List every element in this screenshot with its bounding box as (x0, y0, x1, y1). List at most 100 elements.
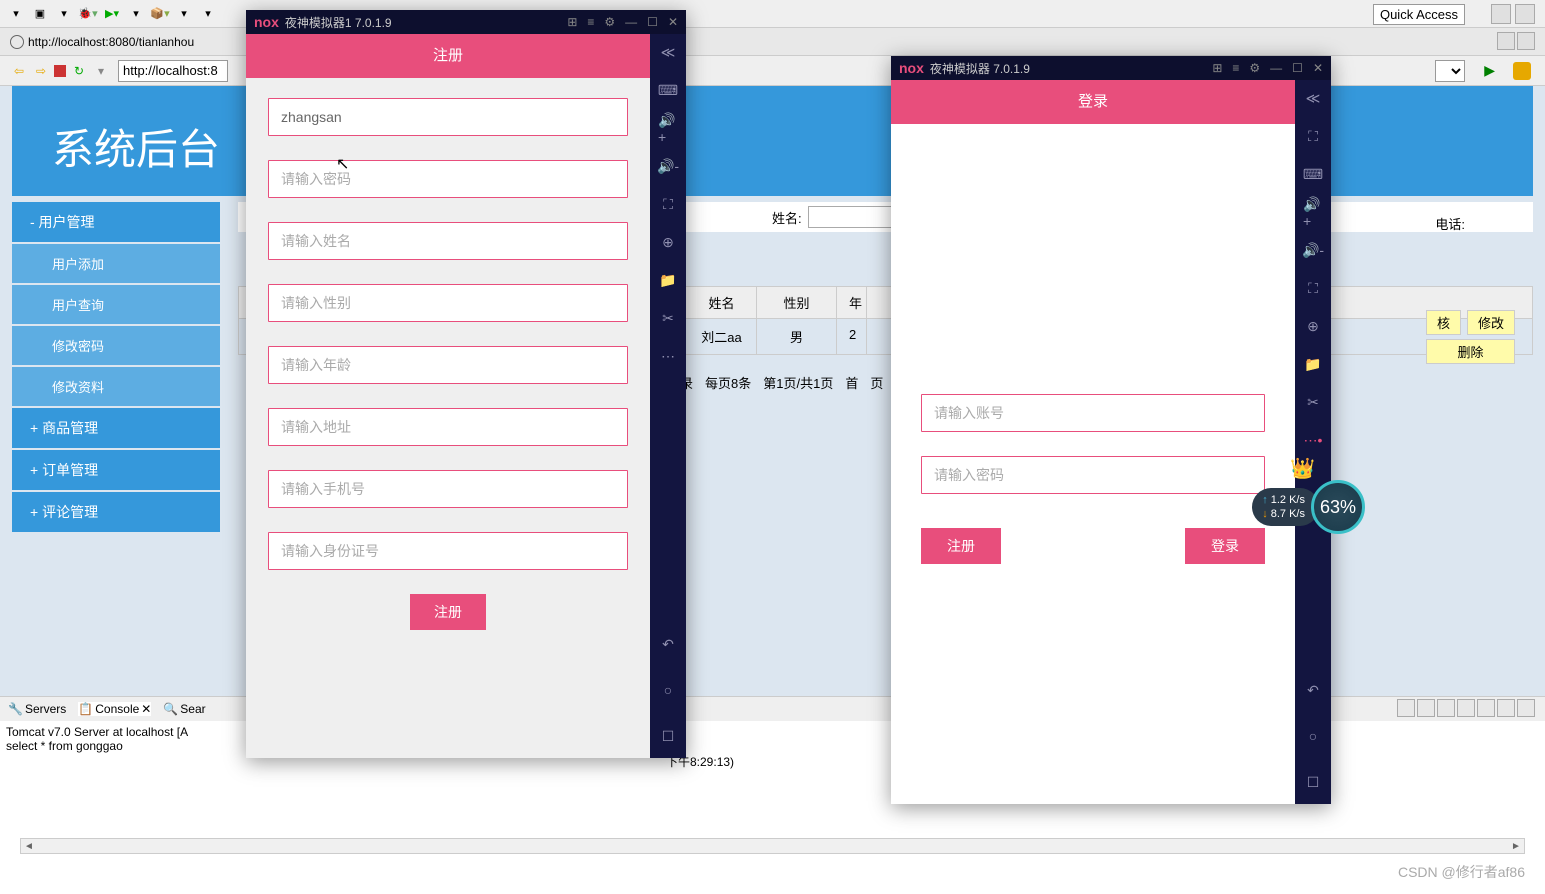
account-input[interactable] (921, 394, 1265, 432)
go-button[interactable]: ▶ (1484, 62, 1495, 79)
console-tab[interactable]: 📋Console ✕ (78, 702, 151, 716)
password-input[interactable] (268, 160, 628, 198)
tb-icon[interactable]: 📦▾ (150, 4, 170, 24)
edit-button[interactable]: 修改 (1467, 310, 1515, 335)
tb-debug-icon[interactable]: 🐞▾ (78, 4, 98, 24)
address-dropdown[interactable] (1435, 60, 1465, 82)
multi-icon[interactable]: ⊞ (1212, 61, 1222, 75)
console-btn[interactable] (1517, 699, 1535, 717)
maximize-icon[interactable] (1517, 32, 1535, 50)
home-button[interactable]: ▾ (92, 62, 110, 80)
search-tab[interactable]: 🔍Sear (163, 702, 205, 716)
recent-nav-icon[interactable]: ☐ (658, 726, 678, 746)
idcard-input[interactable] (268, 532, 628, 570)
minimize-icon[interactable]: — (1270, 61, 1282, 75)
back-nav-icon[interactable]: ↶ (1303, 680, 1323, 700)
network-speed-widget[interactable]: 👑 1.2 K/s 8.7 K/s 63% (1252, 480, 1365, 534)
console-btn[interactable] (1397, 699, 1415, 717)
add-icon[interactable]: ⊕ (658, 232, 678, 252)
close-icon[interactable]: ✕ (1313, 61, 1323, 75)
quick-access-input[interactable]: Quick Access (1373, 4, 1465, 25)
home-nav-icon[interactable]: ○ (1303, 726, 1323, 746)
collapse-icon[interactable]: ≪ (1303, 88, 1323, 108)
browser-icon[interactable] (1513, 62, 1531, 80)
tb-run-icon[interactable]: ▶▾ (102, 4, 122, 24)
scissors-icon[interactable]: ✂ (658, 308, 678, 328)
keyboard-icon[interactable]: ⌨ (1303, 164, 1323, 184)
delete-button[interactable]: 删除 (1426, 339, 1515, 364)
add-icon[interactable]: ⊕ (1303, 316, 1323, 336)
tb-icon[interactable]: ▾ (6, 4, 26, 24)
settings-icon[interactable]: ⚙ (1249, 61, 1260, 75)
multi-icon[interactable]: ⊞ (567, 15, 577, 29)
volume-up-icon[interactable]: 🔊+ (1303, 202, 1323, 222)
back-nav-icon[interactable]: ↶ (658, 634, 678, 654)
back-button[interactable]: ⇦ (10, 62, 28, 80)
console-btn[interactable] (1417, 699, 1435, 717)
realname-input[interactable] (268, 222, 628, 260)
emulator-titlebar[interactable]: nox 夜神模拟器 7.0.1.9 ⊞ ≡ ⚙ — ☐ ✕ (891, 56, 1331, 80)
address-input[interactable] (118, 60, 228, 82)
close-icon[interactable]: ✕ (668, 15, 678, 29)
page-last[interactable]: 页 (870, 373, 883, 392)
maximize-icon[interactable]: ☐ (1292, 61, 1303, 75)
menu-icon[interactable]: ≡ (587, 15, 594, 29)
sidebar-item-review-mgmt[interactable]: + 评论管理 (12, 492, 220, 534)
collapse-icon[interactable]: ≪ (658, 42, 678, 62)
apk-icon[interactable]: 📁 (658, 270, 678, 290)
home-nav-icon[interactable]: ○ (658, 680, 678, 700)
volume-up-icon[interactable]: 🔊+ (658, 118, 678, 138)
sidebar-item-user-mgmt[interactable]: - 用户管理 (12, 202, 220, 244)
username-input[interactable] (268, 98, 628, 136)
tb-icon[interactable]: ▾ (174, 4, 194, 24)
servers-tab[interactable]: 🔧Servers (8, 702, 66, 716)
sidebar-item-user-add[interactable]: 用户添加 (12, 244, 220, 285)
horizontal-scrollbar[interactable]: ◄ ► (20, 838, 1525, 854)
sex-input[interactable] (268, 284, 628, 322)
apk-icon[interactable]: 📁 (1303, 354, 1323, 374)
register-button[interactable]: 注册 (410, 594, 486, 630)
tb-icon[interactable]: ▾ (198, 4, 218, 24)
stop-button[interactable] (54, 65, 66, 77)
forward-button[interactable]: ⇨ (32, 62, 50, 80)
volume-down-icon[interactable]: 🔊- (658, 156, 678, 176)
login-register-button[interactable]: 注册 (921, 528, 1001, 564)
tb-icon[interactable]: ▾ (126, 4, 146, 24)
keyboard-icon[interactable]: ⌨ (658, 80, 678, 100)
minimize-icon[interactable]: — (625, 15, 637, 29)
sidebar-item-order-mgmt[interactable]: + 订单管理 (12, 450, 220, 492)
more-icon[interactable]: ⋯• (1303, 430, 1323, 450)
volume-down-icon[interactable]: 🔊- (1303, 240, 1323, 260)
console-btn[interactable] (1477, 699, 1495, 717)
maximize-icon[interactable]: ☐ (647, 15, 658, 29)
sidebar-item-change-pwd[interactable]: 修改密码 (12, 326, 220, 367)
emulator-titlebar[interactable]: nox 夜神模拟器1 7.0.1.9 ⊞ ≡ ⚙ — ☐ ✕ (246, 10, 686, 34)
tb-icon[interactable]: ▾ (54, 4, 74, 24)
settings-icon[interactable]: ⚙ (604, 15, 615, 29)
console-btn[interactable] (1437, 699, 1455, 717)
expand-icon[interactable]: ⛶ (1303, 126, 1323, 146)
scroll-left-icon[interactable]: ◄ (21, 841, 37, 852)
page-first[interactable]: 首 (845, 373, 858, 392)
sidebar-item-product-mgmt[interactable]: + 商品管理 (12, 408, 220, 450)
age-input[interactable] (268, 346, 628, 384)
fullscreen-icon[interactable]: ⛶ (658, 194, 678, 214)
address-input[interactable] (268, 408, 628, 446)
perspective-icon[interactable] (1515, 4, 1535, 24)
refresh-button[interactable]: ↻ (70, 62, 88, 80)
more-icon[interactable]: ⋯ (658, 346, 678, 366)
review-button[interactable]: 核 (1426, 310, 1461, 335)
menu-icon[interactable]: ≡ (1232, 61, 1239, 75)
scissors-icon[interactable]: ✂ (1303, 392, 1323, 412)
phone-input[interactable] (268, 470, 628, 508)
recent-nav-icon[interactable]: ☐ (1303, 772, 1323, 792)
console-btn[interactable] (1457, 699, 1475, 717)
tb-icon[interactable]: ▣ (30, 4, 50, 24)
sidebar-item-change-profile[interactable]: 修改资料 (12, 367, 220, 408)
console-btn[interactable] (1497, 699, 1515, 717)
perspective-icon[interactable] (1491, 4, 1511, 24)
login-password-input[interactable] (921, 456, 1265, 494)
restore-icon[interactable] (1497, 32, 1515, 50)
sidebar-item-user-query[interactable]: 用户查询 (12, 285, 220, 326)
fullscreen-icon[interactable]: ⛶ (1303, 278, 1323, 298)
